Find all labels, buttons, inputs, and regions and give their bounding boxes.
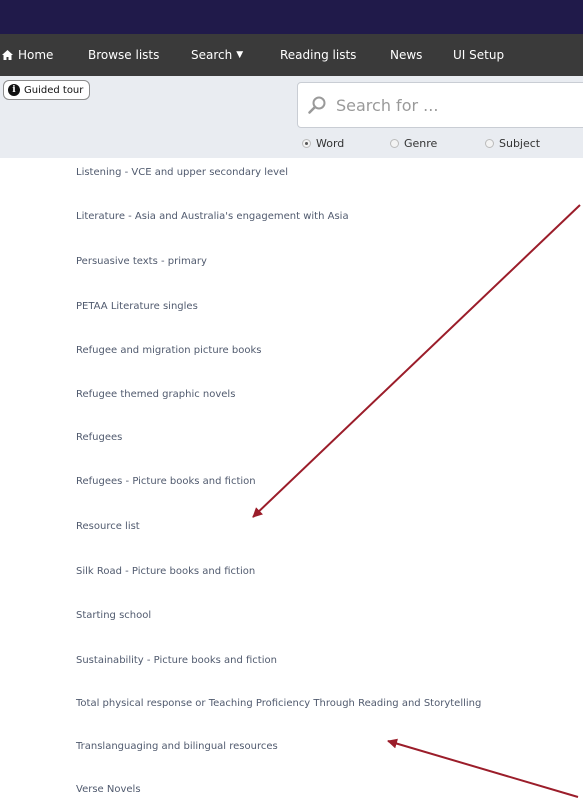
top-banner bbox=[0, 0, 583, 34]
list-item[interactable]: Listening - VCE and upper secondary leve… bbox=[76, 167, 288, 178]
list-item[interactable]: Silk Road - Picture books and fiction bbox=[76, 566, 255, 577]
nav-home-label: Home bbox=[18, 48, 54, 62]
nav-search[interactable]: Search ▼ bbox=[191, 48, 243, 62]
search-toolbar: i Guided tour Word Genre Subject bbox=[0, 76, 583, 158]
radio-word-label: Word bbox=[316, 137, 345, 150]
caret-down-icon: ▼ bbox=[236, 50, 244, 60]
nav-reading-lists[interactable]: Reading lists bbox=[280, 48, 356, 62]
search-box bbox=[297, 82, 583, 128]
list-item[interactable]: Refugee themed graphic novels bbox=[76, 389, 235, 400]
list-item[interactable]: Refugee and migration picture books bbox=[76, 345, 261, 356]
nav-news-label: News bbox=[390, 48, 423, 62]
arrow-to-resource-list bbox=[252, 204, 581, 518]
radio-genre-button[interactable] bbox=[390, 139, 399, 148]
nav-home[interactable]: Home bbox=[2, 48, 53, 62]
radio-word[interactable]: Word bbox=[302, 137, 344, 150]
guided-tour-label: Guided tour bbox=[24, 84, 84, 96]
list-item[interactable]: Sustainability - Picture books and ficti… bbox=[76, 655, 277, 666]
list-item[interactable]: Persuasive texts - primary bbox=[76, 256, 207, 267]
nav-news[interactable]: News bbox=[390, 48, 422, 62]
nav-browse-lists-label: Browse lists bbox=[88, 48, 160, 62]
nav-ui-setup-label: UI Setup bbox=[453, 48, 505, 62]
radio-subject-label: Subject bbox=[499, 137, 541, 150]
nav-browse-lists[interactable]: Browse lists bbox=[88, 48, 159, 62]
nav-search-label: Search bbox=[191, 48, 233, 62]
main-nav: Home Browse lists Search ▼ Reading lists… bbox=[0, 34, 583, 76]
search-icon bbox=[308, 96, 326, 114]
list-item[interactable]: PETAA Literature singles bbox=[76, 301, 198, 312]
nav-ui-setup[interactable]: UI Setup bbox=[453, 48, 504, 62]
arrow-to-translanguaging bbox=[387, 738, 579, 798]
list-item[interactable]: Resource list bbox=[76, 521, 140, 532]
radio-genre[interactable]: Genre bbox=[390, 137, 437, 150]
list-item[interactable]: Refugees bbox=[76, 432, 122, 443]
list-item[interactable]: Total physical response or Teaching Prof… bbox=[76, 698, 481, 709]
radio-subject-button[interactable] bbox=[485, 139, 494, 148]
list-item[interactable]: Translanguaging and bilingual resources bbox=[76, 741, 278, 752]
guided-tour-button[interactable]: i Guided tour bbox=[3, 80, 91, 100]
radio-word-button[interactable] bbox=[302, 139, 311, 148]
list-item[interactable]: Refugees - Picture books and fiction bbox=[76, 476, 256, 487]
radio-subject[interactable]: Subject bbox=[485, 137, 540, 150]
home-icon bbox=[2, 50, 13, 60]
nav-reading-lists-label: Reading lists bbox=[280, 48, 357, 62]
list-item[interactable]: Verse Novels bbox=[76, 784, 141, 795]
search-input[interactable] bbox=[334, 94, 578, 116]
list-item[interactable]: Literature - Asia and Australia's engage… bbox=[76, 211, 349, 222]
radio-genre-label: Genre bbox=[404, 137, 438, 150]
info-icon: i bbox=[8, 84, 20, 96]
list-item[interactable]: Starting school bbox=[76, 610, 151, 621]
